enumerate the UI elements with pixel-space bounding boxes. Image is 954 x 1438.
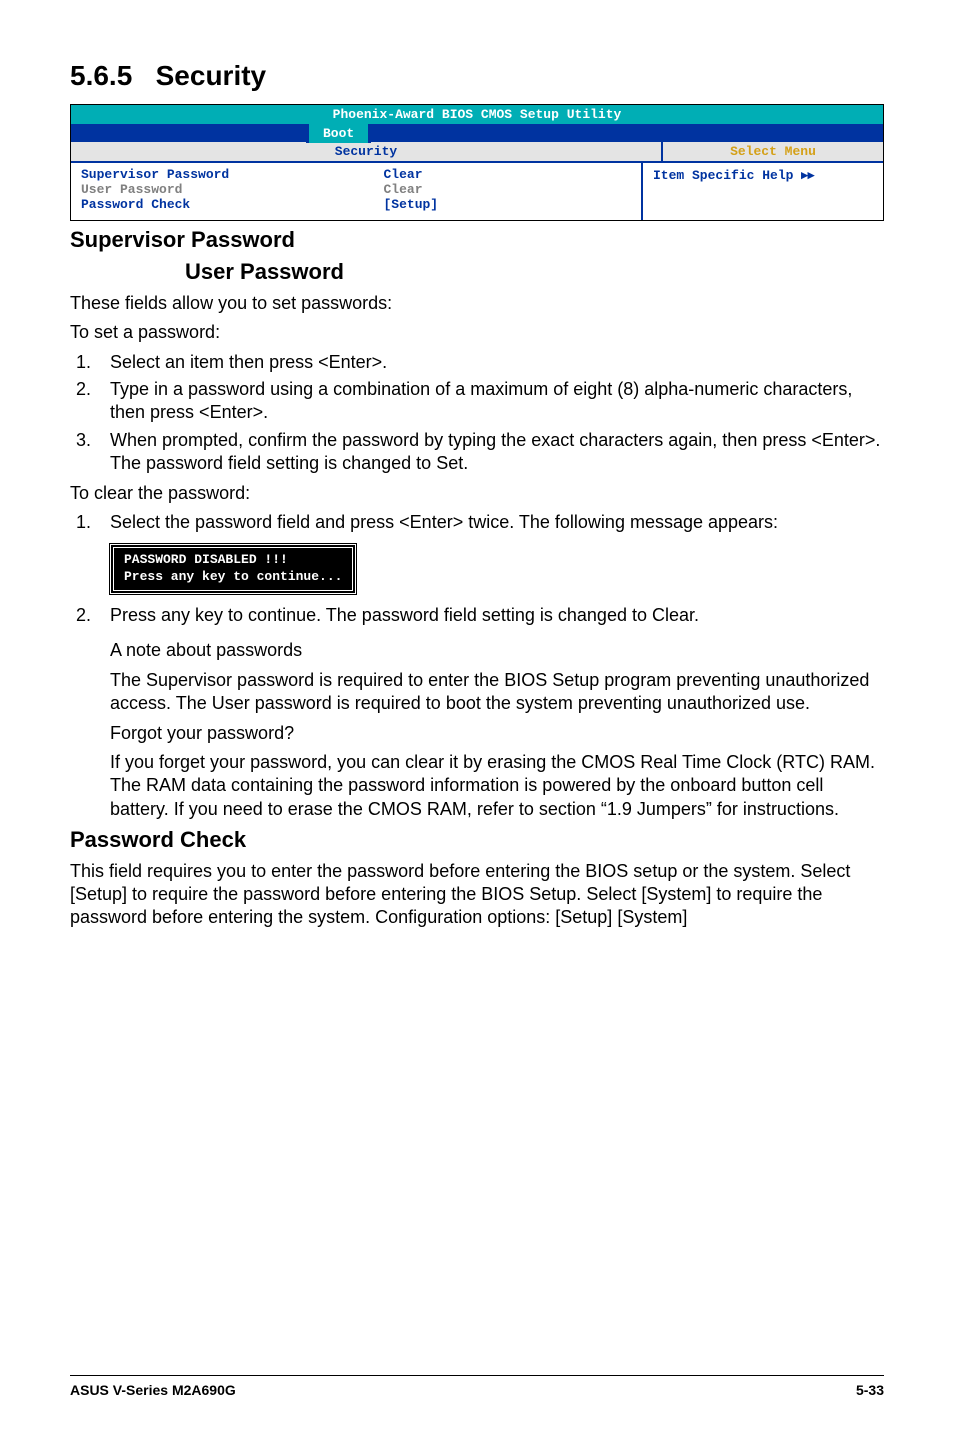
bios-row-label: Supervisor Password	[81, 167, 384, 182]
steps-clear-password-2: Press any key to continue. The password …	[70, 604, 884, 627]
bios-row-label: User Password	[81, 182, 384, 197]
footer-left: ASUS V-Series M2A690G	[70, 1382, 236, 1398]
bios-row-label: Password Check	[81, 197, 384, 212]
page-footer: ASUS V-Series M2A690G 5-33	[70, 1375, 884, 1398]
list-item: Select the password field and press <Ent…	[96, 511, 884, 534]
forgot-body: If you forget your password, you can cle…	[110, 751, 884, 821]
note-heading: A note about passwords	[110, 639, 884, 662]
bios-row-value: Clear	[384, 182, 632, 197]
message-box: PASSWORD DISABLED !!! Press any key to c…	[110, 544, 356, 594]
list-item: Select an item then press <Enter>.	[96, 351, 884, 374]
paragraph: These fields allow you to set passwords:	[70, 292, 884, 315]
chevron-right-icon: ▸▸	[801, 167, 814, 182]
bios-tab-boot: Boot	[306, 124, 371, 143]
bios-help-title: Select Menu	[661, 142, 883, 161]
bios-panel-title: Security	[71, 142, 661, 161]
subheading-user-password: User Password	[185, 259, 884, 285]
bios-options: Supervisor Password User Password Passwo…	[71, 163, 641, 220]
bios-header-row: Security Select Menu	[71, 142, 883, 163]
note-body: The Supervisor password is required to e…	[110, 669, 884, 716]
footer-right: 5-33	[856, 1382, 884, 1398]
forgot-heading: Forgot your password?	[110, 722, 884, 745]
message-line: PASSWORD DISABLED !!!	[124, 552, 342, 569]
paragraph: This field requires you to enter the pas…	[70, 860, 884, 930]
bios-row-value: [Setup]	[384, 197, 632, 212]
bios-help-panel: Item Specific Help ▸▸	[641, 163, 883, 220]
list-item: Type in a password using a combination o…	[96, 378, 884, 425]
steps-clear-password-1: Select the password field and press <Ent…	[70, 511, 884, 534]
section-title: Security	[156, 60, 267, 91]
bios-title: Phoenix-Award BIOS CMOS Setup Utility	[71, 105, 883, 124]
bios-screenshot: Phoenix-Award BIOS CMOS Setup Utility Bo…	[70, 104, 884, 221]
list-item: Press any key to continue. The password …	[96, 604, 884, 627]
section-number: 5.6.5	[70, 60, 132, 91]
subheading-supervisor-password: Supervisor Password	[70, 227, 884, 253]
list-item: When prompted, confirm the password by t…	[96, 429, 884, 476]
bios-body: Supervisor Password User Password Passwo…	[71, 163, 883, 220]
bios-row-value: Clear	[384, 167, 632, 182]
message-line: Press any key to continue...	[124, 569, 342, 586]
subheading-password-check: Password Check	[70, 827, 884, 853]
bios-help-text: Item Specific Help	[653, 168, 793, 183]
bios-tabbar: Boot	[71, 124, 883, 142]
section-heading: 5.6.5 Security	[70, 60, 884, 92]
paragraph: To clear the password:	[70, 482, 884, 505]
paragraph: To set a password:	[70, 321, 884, 344]
steps-set-password: Select an item then press <Enter>. Type …	[70, 351, 884, 476]
